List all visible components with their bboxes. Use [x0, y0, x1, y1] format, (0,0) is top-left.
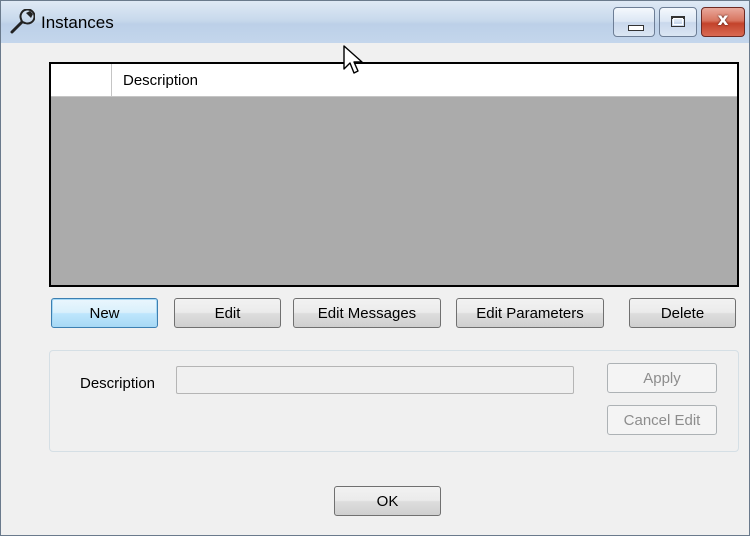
maximize-icon — [671, 16, 685, 27]
wrench-icon — [9, 8, 36, 35]
window-title: Instances — [41, 13, 114, 32]
description-input[interactable] — [176, 366, 574, 394]
new-button[interactable]: New — [51, 298, 158, 328]
close-icon: x — [717, 10, 729, 30]
ok-button[interactable]: OK — [334, 486, 441, 516]
close-button[interactable]: x — [701, 7, 745, 37]
cancel-edit-button[interactable]: Cancel Edit — [607, 405, 717, 435]
grid-row-header-corner[interactable] — [51, 64, 112, 96]
instances-grid[interactable]: Description — [49, 62, 739, 287]
edit-parameters-button[interactable]: Edit Parameters — [456, 298, 604, 328]
column-header-description[interactable]: Description — [123, 72, 198, 89]
mouse-pointer-icon — [343, 45, 363, 74]
edit-button[interactable]: Edit — [174, 298, 281, 328]
minimize-button[interactable] — [613, 7, 655, 37]
edit-panel: Description Apply Cancel Edit — [49, 350, 739, 452]
edit-messages-button[interactable]: Edit Messages — [293, 298, 441, 328]
minimize-icon — [628, 25, 644, 31]
instances-window: Instances x Description New Edit Edit Me… — [0, 0, 750, 536]
title-bar[interactable]: Instances x — [1, 1, 749, 43]
maximize-button[interactable] — [659, 7, 697, 37]
grid-header: Description — [51, 64, 737, 97]
delete-button[interactable]: Delete — [629, 298, 736, 328]
description-label: Description — [80, 375, 156, 392]
apply-button[interactable]: Apply — [607, 363, 717, 393]
